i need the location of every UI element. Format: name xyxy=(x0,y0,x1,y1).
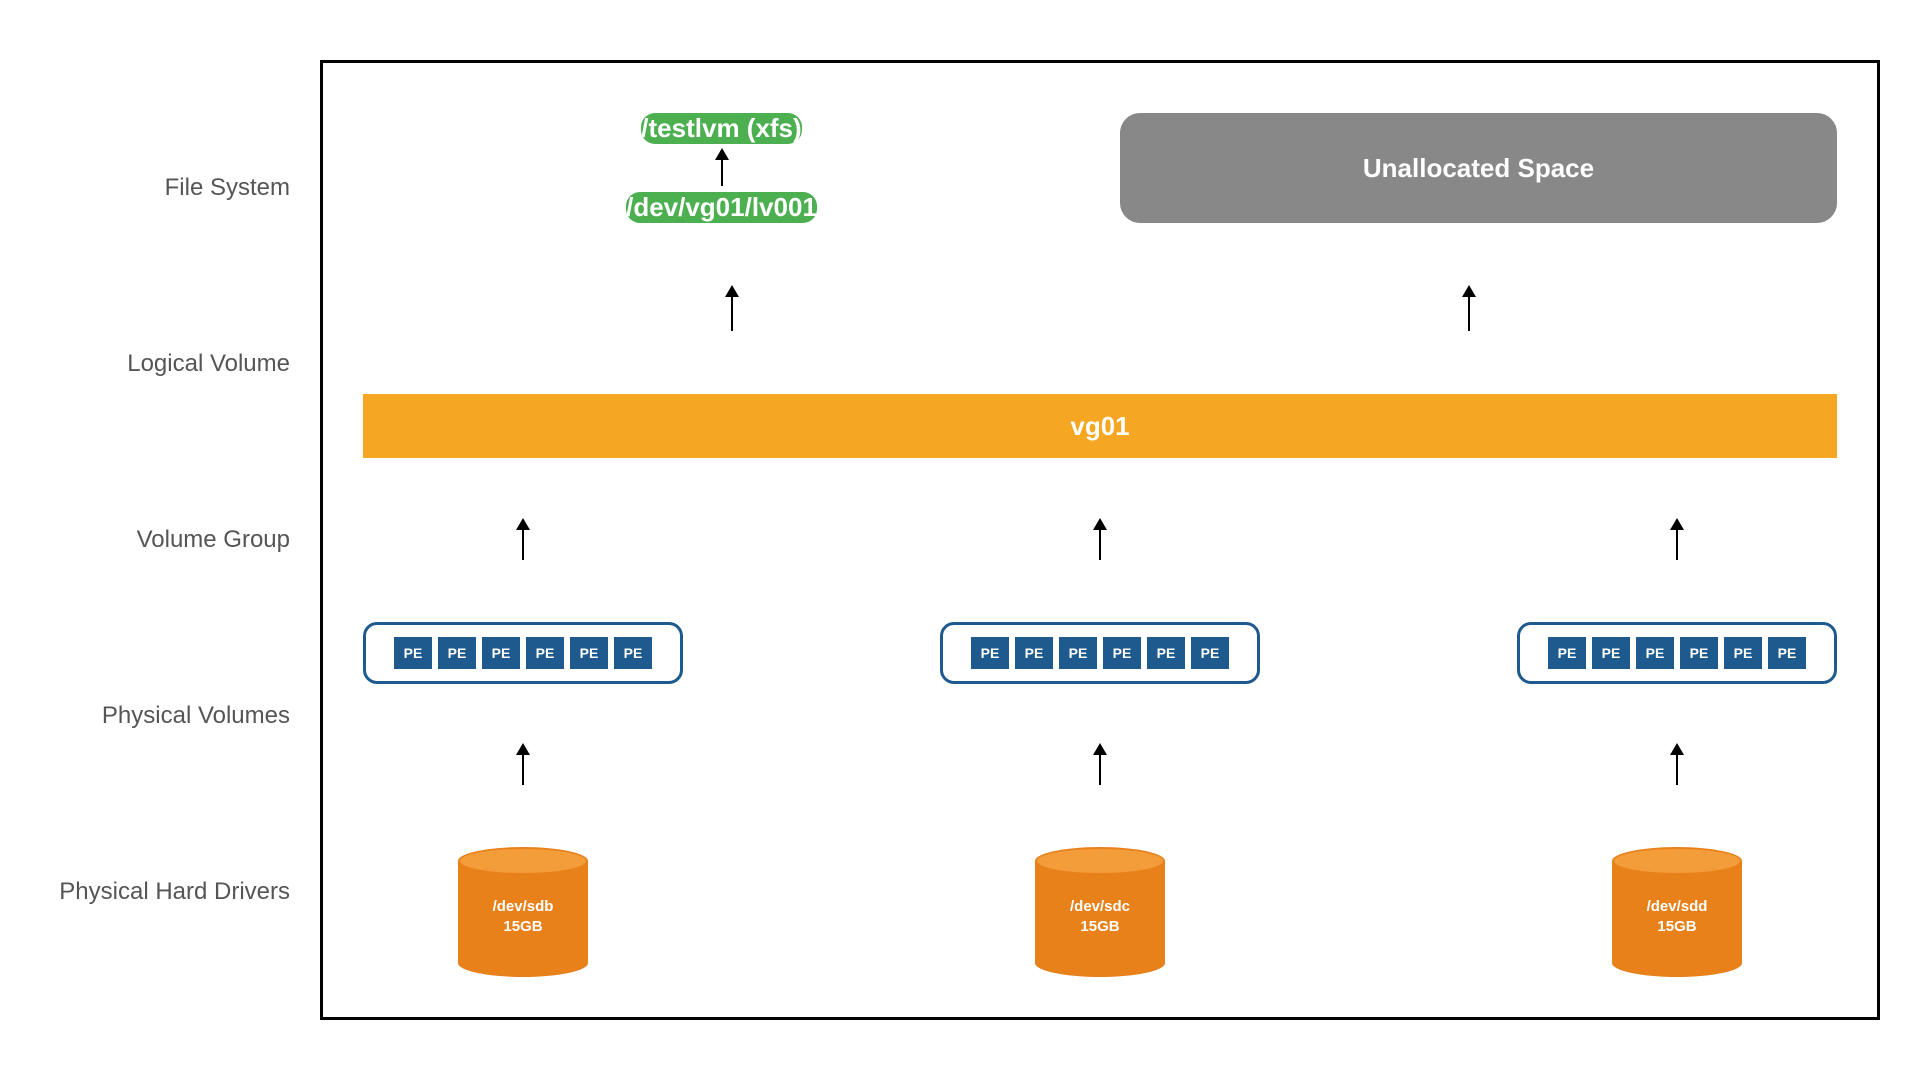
disk-icon: /dev/sdc 15GB xyxy=(1035,847,1165,977)
disk-icon: /dev/sdd 15GB xyxy=(1612,847,1742,977)
arrow-icon xyxy=(1468,287,1470,331)
arrow-icon xyxy=(1676,520,1678,560)
top-area: /testlvm (xfs) /dev/vg01/lv001 Unallocat… xyxy=(363,113,1837,223)
label-logical-volume: Logical Volume xyxy=(40,350,300,378)
unallocated-area: Unallocated Space xyxy=(1120,113,1837,223)
physical-volumes-row: PE PE PE PE PE PE PE PE PE PE PE PE PE P… xyxy=(363,622,1837,684)
arrows-disk-to-pv xyxy=(363,745,1837,785)
logical-volume-box: /dev/vg01/lv001 xyxy=(626,192,817,223)
pe-block: PE xyxy=(614,637,652,669)
pe-block: PE xyxy=(526,637,564,669)
disk-dev: /dev/sdd xyxy=(1647,897,1708,917)
arrow-icon xyxy=(731,287,733,331)
pe-block: PE xyxy=(394,637,432,669)
physical-volume-box: PE PE PE PE PE PE xyxy=(363,622,683,684)
arrow-icon xyxy=(1099,520,1101,560)
volume-group-text: vg01 xyxy=(1070,411,1129,442)
lvm-diagram: File System Logical Volume Volume Group … xyxy=(40,60,1880,1020)
arrow-icon xyxy=(1099,745,1101,785)
label-filesystem: File System xyxy=(40,174,300,202)
disk-dev: /dev/sdb xyxy=(493,897,554,917)
pe-block: PE xyxy=(1015,637,1053,669)
pe-block: PE xyxy=(1147,637,1185,669)
filesystem-text: /testlvm (xfs) xyxy=(641,113,801,144)
arrow-icon xyxy=(522,745,524,785)
arrow-lv-to-fs xyxy=(472,150,972,186)
pe-block: PE xyxy=(1059,637,1097,669)
pe-block: PE xyxy=(971,637,1009,669)
pe-block: PE xyxy=(1768,637,1806,669)
arrow-icon xyxy=(522,520,524,560)
disk-dev: /dev/sdc xyxy=(1070,897,1130,917)
pe-block: PE xyxy=(1548,637,1586,669)
pe-block: PE xyxy=(438,637,476,669)
pe-block: PE xyxy=(570,637,608,669)
disk-size: 15GB xyxy=(1070,917,1130,937)
allocated-stack: /testlvm (xfs) /dev/vg01/lv001 xyxy=(363,113,1080,223)
arrow-icon xyxy=(1676,745,1678,785)
disk-icon: /dev/sdb 15GB xyxy=(458,847,588,977)
physical-volume-box: PE PE PE PE PE PE xyxy=(940,622,1260,684)
pe-block: PE xyxy=(1592,637,1630,669)
diagram-frame: /testlvm (xfs) /dev/vg01/lv001 Unallocat… xyxy=(320,60,1880,1020)
physical-volume-box: PE PE PE PE PE PE xyxy=(1517,622,1837,684)
disk-size: 15GB xyxy=(493,917,554,937)
disks-row: /dev/sdb 15GB /dev/sdc 15GB xyxy=(363,847,1837,987)
arrows-vg-to-lv xyxy=(363,287,1837,331)
pe-block: PE xyxy=(1103,637,1141,669)
pe-block: PE xyxy=(1636,637,1674,669)
unallocated-text: Unallocated Space xyxy=(1363,153,1594,184)
label-volume-group: Volume Group xyxy=(40,526,300,554)
label-physical-volumes: Physical Volumes xyxy=(40,702,300,730)
pe-block: PE xyxy=(1191,637,1229,669)
volume-group-box: vg01 xyxy=(363,394,1837,458)
filesystem-box: /testlvm (xfs) xyxy=(641,113,801,144)
arrows-pv-to-vg xyxy=(363,520,1837,560)
pe-block: PE xyxy=(1724,637,1762,669)
disk-size: 15GB xyxy=(1647,917,1708,937)
row-labels: File System Logical Volume Volume Group … xyxy=(40,60,300,1020)
logical-volume-text: /dev/vg01/lv001 xyxy=(626,192,817,223)
unallocated-space-box: Unallocated Space xyxy=(1120,113,1837,223)
pe-block: PE xyxy=(1680,637,1718,669)
pe-block: PE xyxy=(482,637,520,669)
label-physical-hard-drivers: Physical Hard Drivers xyxy=(40,878,300,906)
